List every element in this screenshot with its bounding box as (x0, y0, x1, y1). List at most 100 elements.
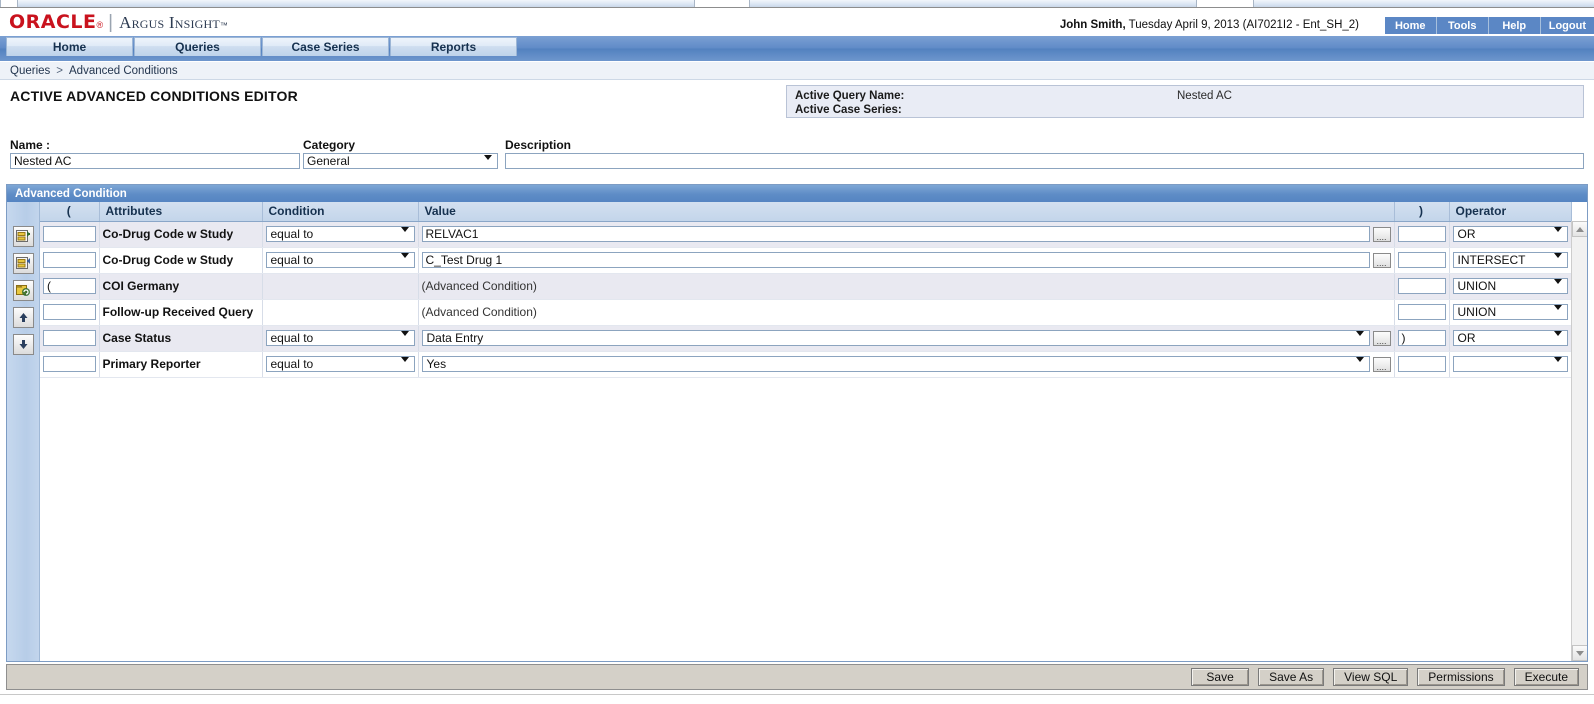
close-paren-input[interactable] (1397, 226, 1446, 242)
category-select[interactable]: General (303, 153, 498, 174)
value-select[interactable]: Data Entry (421, 330, 1370, 350)
chevron-down-icon (1553, 253, 1562, 272)
condition-select[interactable]: equal to (265, 356, 415, 376)
execute-button[interactable]: Execute (1513, 668, 1579, 686)
breadcrumb-separator: > (56, 64, 63, 77)
table-row: Follow-up Received Query (Advanced Condit… (40, 299, 1572, 326)
row-tool-column (7, 202, 40, 661)
column-header-open-paren: ( (40, 202, 100, 222)
close-paren-input[interactable] (1397, 278, 1446, 294)
open-paren-input[interactable] (43, 252, 96, 268)
chevron-down-icon (1355, 331, 1364, 350)
close-paren-input[interactable] (1397, 356, 1446, 372)
value-browse-button[interactable]: .... (1372, 356, 1391, 372)
condition-select-value: equal to (270, 227, 314, 241)
cell-close-paren (1394, 247, 1450, 274)
name-label: Name : (10, 138, 51, 152)
advanced-condition-grid-wrapper: ( Attributes Condition Value ) Operator … (7, 202, 1587, 661)
view-sql-button[interactable]: View SQL (1333, 668, 1409, 686)
add-condition-icon[interactable] (13, 226, 34, 247)
tab-queries[interactable]: Queries (134, 37, 261, 56)
operator-select[interactable]: INTERSECT (1452, 252, 1568, 272)
breadcrumb-advanced-conditions[interactable]: Advanced Conditions (69, 65, 178, 77)
operator-select[interactable]: OR (1452, 330, 1568, 350)
open-paren-input[interactable] (43, 356, 96, 372)
cell-value-static: (Advanced Condition) (418, 273, 1395, 300)
value-field-group: RELVAC1.... (421, 226, 1391, 242)
add-nested-advanced-condition-icon[interactable] (13, 280, 34, 301)
value-browse-button[interactable]: .... (1372, 252, 1391, 268)
cell-attribute[interactable]: Co-Drug Code w Study (99, 247, 263, 274)
top-link-home[interactable]: Home (1384, 17, 1437, 34)
tab-home[interactable]: Home (6, 37, 133, 56)
table-row: Primary Reporter equal to Yes.... (40, 351, 1572, 378)
tab-case-series[interactable]: Case Series (262, 37, 389, 56)
cell-attribute[interactable]: Case Status (99, 325, 263, 352)
trademark-icon: ™ (219, 21, 228, 30)
breadcrumb-queries[interactable]: Queries (10, 65, 50, 77)
close-paren-input[interactable] (1397, 304, 1446, 320)
grid-vertical-scrollbar[interactable] (1571, 221, 1587, 661)
value-select[interactable]: Yes (421, 356, 1370, 376)
cell-open-paren (40, 299, 100, 326)
browser-tab-remnant (694, 0, 750, 7)
value-input[interactable]: C_Test Drug 1 (421, 252, 1370, 268)
cell-attribute[interactable]: Co-Drug Code w Study (99, 221, 263, 248)
save-button[interactable]: Save (1191, 668, 1250, 686)
column-header-condition: Condition (262, 202, 419, 222)
cell-attribute[interactable]: COI Germany (99, 273, 263, 300)
cell-close-paren (1394, 273, 1450, 300)
value-browse-button[interactable]: .... (1372, 226, 1391, 242)
session-details: Tuesday April 9, 2013 (AI7021I2 - Ent_SH… (1125, 19, 1359, 31)
brand-logo: ORACLE ® | Argus Insight ™ (9, 12, 228, 34)
top-link-tools[interactable]: Tools (1436, 17, 1489, 34)
column-header-value: Value (418, 202, 1395, 222)
chevron-down-icon (1553, 279, 1562, 298)
condition-select[interactable]: equal to (265, 330, 415, 350)
scroll-up-button[interactable] (1572, 221, 1587, 237)
chevron-down-icon (1553, 331, 1562, 350)
cell-operator: INTERSECT (1449, 247, 1572, 274)
operator-select[interactable]: OR (1452, 226, 1568, 246)
cell-attribute[interactable]: Follow-up Received Query (99, 299, 263, 326)
open-paren-input[interactable] (43, 226, 96, 242)
cell-operator: UNION (1449, 299, 1572, 326)
condition-select[interactable]: equal to (265, 226, 415, 246)
cell-attribute[interactable]: Primary Reporter (99, 351, 263, 378)
description-input[interactable] (505, 153, 1584, 169)
close-paren-input[interactable] (1397, 252, 1446, 268)
operator-select[interactable]: UNION (1452, 304, 1568, 324)
open-paren-input[interactable]: ( (43, 278, 96, 294)
action-buttons: Save Save As View SQL Permissions Execut… (1191, 668, 1579, 686)
value-browse-button[interactable]: .... (1372, 330, 1391, 346)
advanced-condition-table: ( Attributes Condition Value ) Operator … (40, 202, 1572, 378)
cell-condition (262, 273, 419, 300)
value-input[interactable]: RELVAC1 (421, 226, 1370, 242)
chevron-down-icon (400, 331, 409, 350)
close-paren-input[interactable]: ) (1397, 330, 1446, 346)
move-row-up-icon[interactable] (13, 307, 34, 328)
scroll-down-button[interactable] (1572, 645, 1587, 661)
operator-select[interactable] (1452, 356, 1568, 376)
value-field-group: Data Entry.... (421, 330, 1391, 350)
delete-condition-icon[interactable] (13, 253, 34, 274)
open-paren-input[interactable] (43, 304, 96, 320)
nav-tab-list: Home Queries Case Series Reports (6, 37, 518, 56)
tab-reports[interactable]: Reports (390, 37, 517, 56)
cell-condition: equal to (262, 325, 419, 352)
move-row-down-icon[interactable] (13, 334, 34, 355)
save-as-button[interactable]: Save As (1258, 668, 1325, 686)
value-field-group: C_Test Drug 1.... (421, 252, 1391, 268)
permissions-button[interactable]: Permissions (1417, 668, 1505, 686)
condition-select-value: equal to (270, 331, 314, 345)
oracle-wordmark: ORACLE (9, 11, 97, 33)
cell-close-paren (1394, 299, 1450, 326)
cell-open-paren (40, 221, 100, 248)
top-link-help[interactable]: Help (1488, 17, 1541, 34)
condition-select[interactable]: equal to (265, 252, 415, 272)
operator-select[interactable]: UNION (1452, 278, 1568, 298)
top-link-logout[interactable]: Logout (1540, 17, 1594, 34)
column-header-attributes: Attributes (99, 202, 263, 222)
name-input[interactable]: Nested AC (10, 153, 300, 169)
open-paren-input[interactable] (43, 330, 96, 346)
